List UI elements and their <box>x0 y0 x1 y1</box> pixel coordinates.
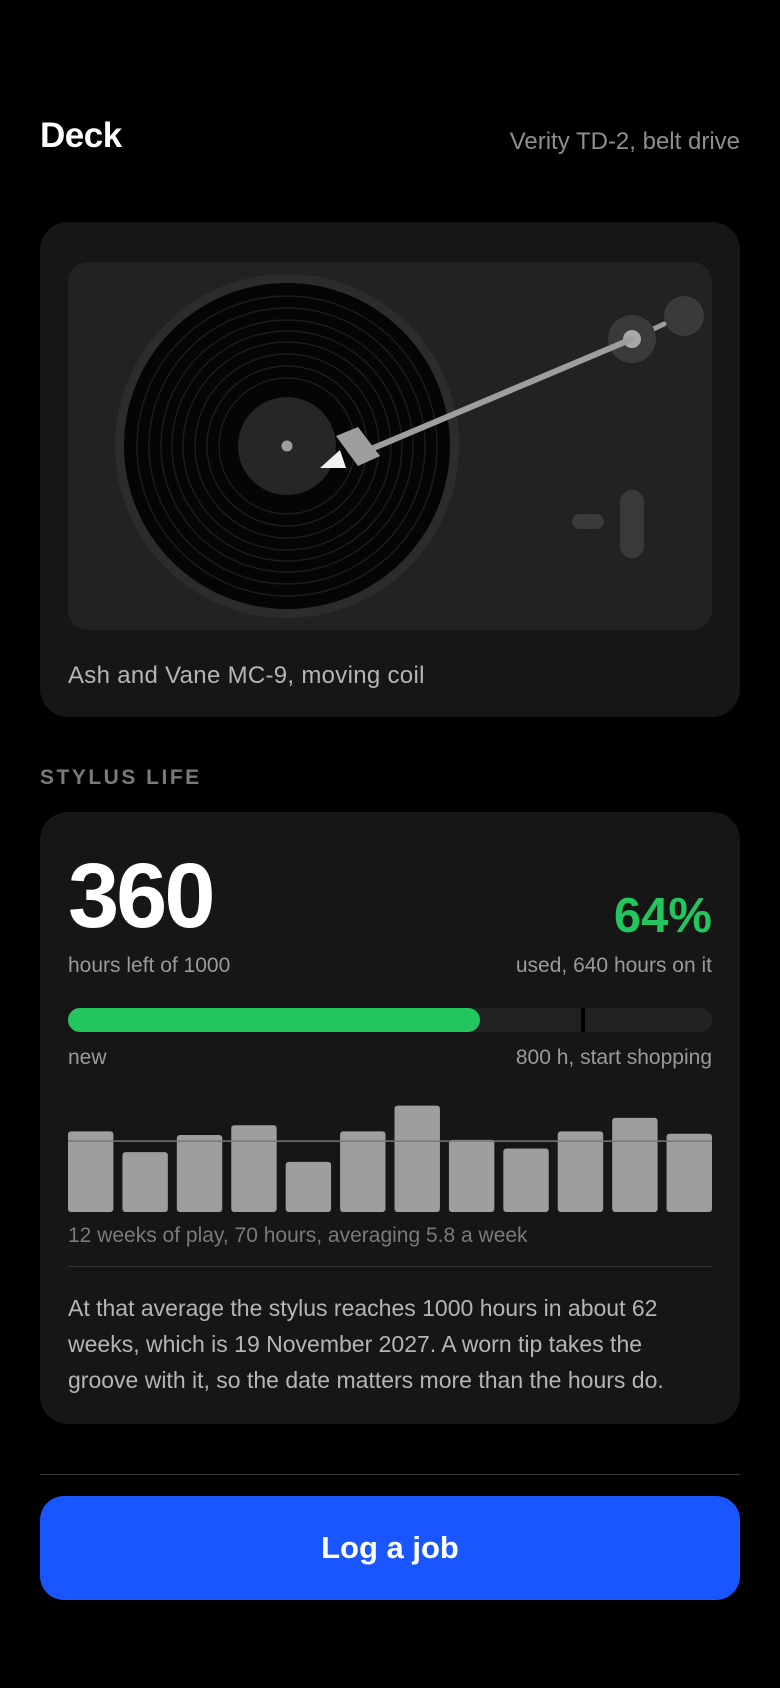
week-bar-6 <box>340 1131 386 1212</box>
stylus-life-card: 360 hours left of 1000 64% used, 640 hou… <box>40 812 740 1424</box>
projection-text: At that average the stylus reaches 1000 … <box>68 1295 664 1393</box>
header: Deck Verity TD-2, belt drive <box>40 116 740 166</box>
week-bar-11 <box>612 1117 658 1212</box>
week-bar-4 <box>231 1125 277 1212</box>
used-label: used, 640 hours on it <box>515 954 712 977</box>
turntable-card: Ash and Vane MC-9, moving coil <box>40 222 740 717</box>
week-bar-7 <box>394 1105 440 1212</box>
stylus-progress-bar <box>68 1008 712 1032</box>
page-title: Deck <box>40 116 122 155</box>
week-bar-9 <box>503 1148 549 1212</box>
used-percent: 64% <box>613 889 712 943</box>
chart-caption: 12 weeks of play, 70 hours, averaging 5.… <box>68 1224 528 1247</box>
deck-screen: Deck Verity TD-2, belt drive Ash and Van… <box>0 0 780 1688</box>
week-bar-10 <box>557 1131 604 1212</box>
weekly-play-chart <box>68 1105 712 1212</box>
turntable-icon <box>115 274 704 618</box>
week-bar-3 <box>176 1135 223 1212</box>
deck-model: Verity TD-2, belt drive <box>509 128 740 155</box>
week-bar-1 <box>68 1131 114 1212</box>
divider <box>68 1266 712 1267</box>
log-job-button[interactable]: Log a job <box>40 1496 740 1600</box>
scale-threshold-label: 800 h, start shopping <box>515 1046 712 1069</box>
week-bar-5 <box>285 1161 332 1212</box>
week-bar-12 <box>666 1133 712 1212</box>
cartridge-name: Ash and Vane MC-9, moving coil <box>68 662 425 689</box>
hours-left-value: 360 <box>68 845 215 947</box>
turntable-illustration <box>68 262 712 630</box>
stylus-progress-fill <box>68 1008 481 1032</box>
replace-threshold-marker <box>581 1008 586 1032</box>
hours-left-label: hours left of 1000 <box>68 954 231 977</box>
week-bar-2 <box>122 1152 168 1212</box>
scale-start-label: new <box>68 1046 107 1069</box>
week-bar-8 <box>448 1139 495 1212</box>
section-label-stylus-life: STYLUS LIFE <box>40 766 202 789</box>
footer-divider <box>40 1474 740 1475</box>
